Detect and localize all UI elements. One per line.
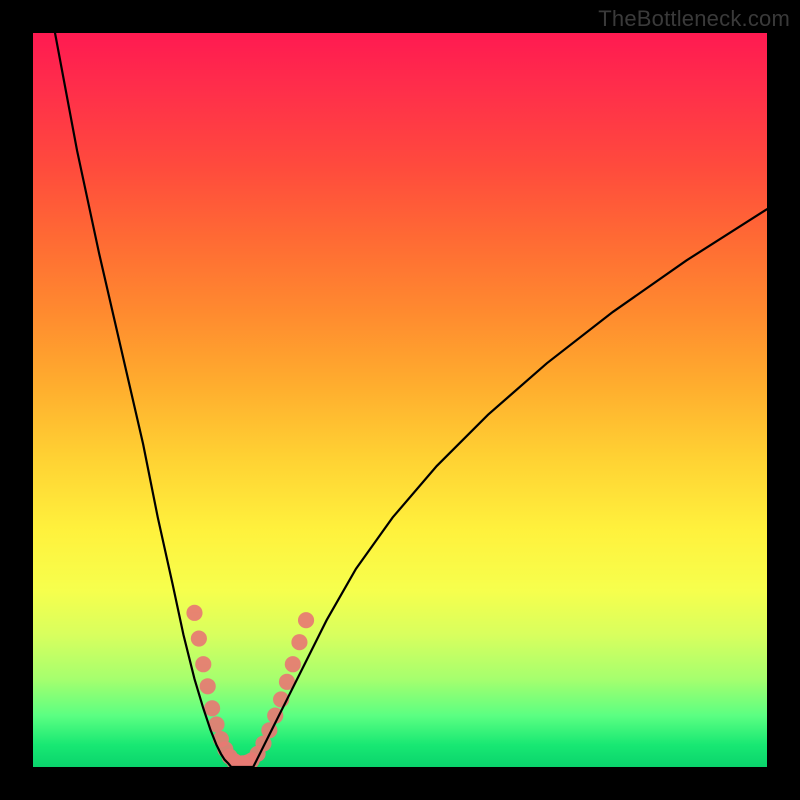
data-marker [195, 656, 211, 672]
data-marker [291, 634, 307, 650]
plot-area [33, 33, 767, 767]
attribution-label: TheBottleneck.com [598, 6, 790, 32]
data-marker [200, 678, 216, 694]
data-marker [186, 605, 202, 621]
data-marker [285, 656, 301, 672]
curves-svg [33, 33, 767, 767]
data-marker [191, 630, 207, 646]
data-marker [298, 612, 314, 628]
chart-frame: TheBottleneck.com [0, 0, 800, 800]
data-marker [204, 700, 220, 716]
bottleneck-curve [55, 33, 767, 767]
